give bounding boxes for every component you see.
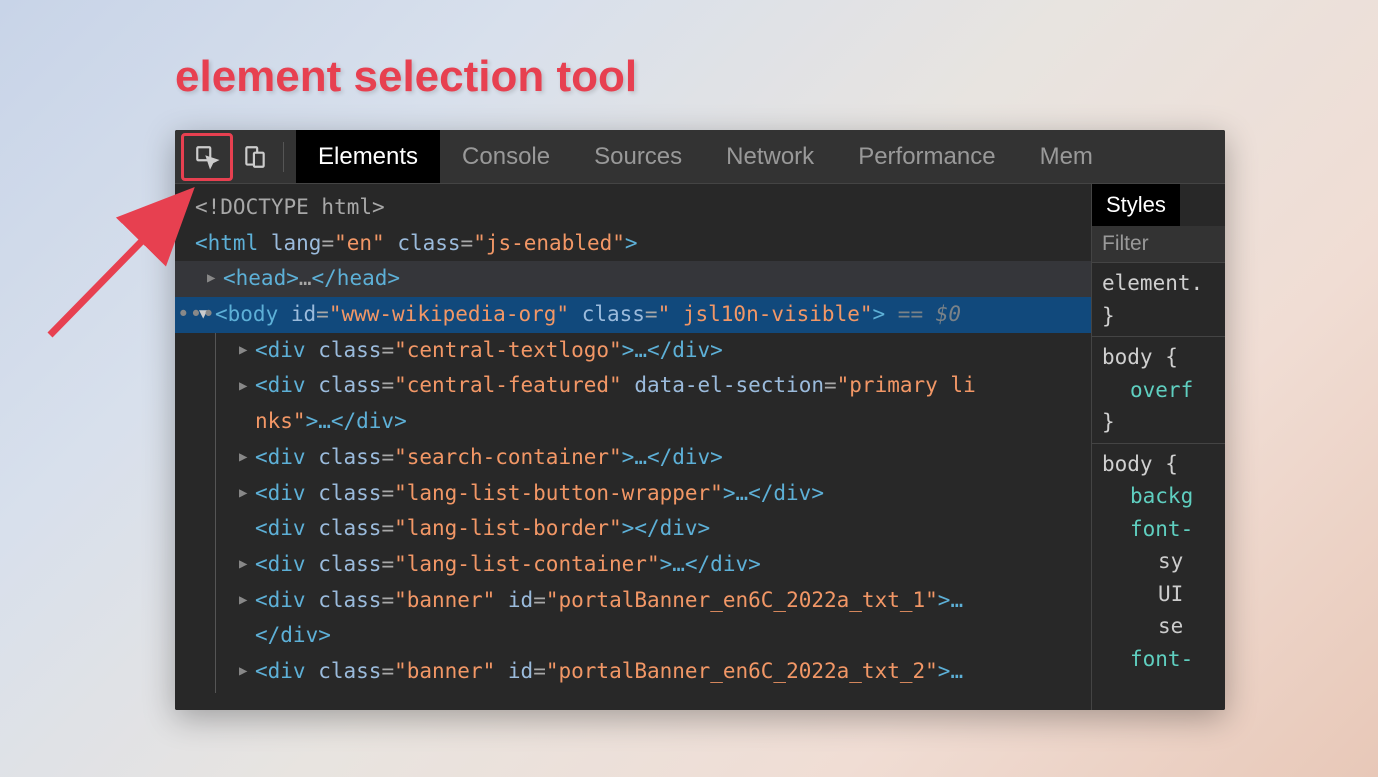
styles-rules[interactable]: element. } body { overf } body { backg f… [1092, 263, 1225, 710]
annotation-arrow-icon [40, 185, 210, 345]
style-rule-body1[interactable]: body { overf } [1092, 337, 1225, 444]
inspect-element-button[interactable] [181, 133, 233, 181]
devtools-toolbar: Elements Console Sources Network Perform… [175, 130, 1225, 184]
dom-head[interactable]: ▶<head>…</head> [175, 261, 1091, 297]
dom-doctype[interactable]: <!DOCTYPE html> [175, 190, 1091, 226]
tab-sources[interactable]: Sources [572, 130, 704, 183]
dom-div-featured[interactable]: ▶<div class="central-featured" data-el-s… [175, 368, 1091, 404]
dom-div-search[interactable]: ▶<div class="search-container">…</div> [175, 440, 1091, 476]
tab-elements[interactable]: Elements [296, 130, 440, 183]
expand-icon[interactable]: ▶ [239, 553, 255, 577]
tab-styles[interactable]: Styles [1092, 184, 1180, 226]
tab-network[interactable]: Network [704, 130, 836, 183]
main-area: <!DOCTYPE html> <html lang="en" class="j… [175, 184, 1225, 710]
dom-div-langbtn[interactable]: ▶<div class="lang-list-button-wrapper">…… [175, 476, 1091, 512]
styles-filter-input[interactable]: Filter [1092, 226, 1225, 263]
style-rule-body2[interactable]: body { backg font- sy UI se font- [1092, 444, 1225, 680]
expand-icon[interactable]: ▶ [239, 589, 255, 613]
dom-div-banner1-close[interactable]: </div> [175, 618, 1091, 654]
expand-icon[interactable]: ▶ [239, 482, 255, 506]
styles-tabs: Styles [1092, 184, 1225, 226]
tab-memory[interactable]: Mem [1018, 130, 1115, 183]
devtools-window: Elements Console Sources Network Perform… [175, 130, 1225, 710]
expand-icon[interactable]: ▶ [239, 660, 255, 684]
styles-panel: Styles Filter element. } body { overf } … [1091, 184, 1225, 710]
dom-body-selected[interactable]: ••• ▼<body id="www-wikipedia-org" class=… [175, 297, 1091, 333]
dom-html[interactable]: <html lang="en" class="js-enabled"> [175, 226, 1091, 262]
dom-div-langcontainer[interactable]: ▶<div class="lang-list-container">…</div… [175, 547, 1091, 583]
devtools-tabs: Elements Console Sources Network Perform… [296, 130, 1225, 183]
dom-div-featured-wrap[interactable]: nks">…</div> [175, 404, 1091, 440]
expand-icon[interactable]: ▶ [239, 339, 255, 363]
device-toggle-button[interactable] [235, 134, 275, 180]
expand-icon[interactable]: ▶ [239, 375, 255, 399]
toolbar-divider [283, 142, 284, 172]
dom-div-banner1[interactable]: ▶<div class="banner" id="portalBanner_en… [175, 583, 1091, 619]
tab-console[interactable]: Console [440, 130, 572, 183]
tab-performance[interactable]: Performance [836, 130, 1017, 183]
dom-div-banner2[interactable]: ▶<div class="banner" id="portalBanner_en… [175, 654, 1091, 690]
style-rule-element[interactable]: element. } [1092, 263, 1225, 337]
expand-icon[interactable]: ▶ [239, 446, 255, 470]
dom-div-textlogo[interactable]: ▶<div class="central-textlogo">…</div> [175, 333, 1091, 369]
annotation-title: element selection tool [175, 52, 637, 102]
dom-div-langborder[interactable]: <div class="lang-list-border"></div> [175, 511, 1091, 547]
elements-panel[interactable]: <!DOCTYPE html> <html lang="en" class="j… [175, 184, 1091, 710]
